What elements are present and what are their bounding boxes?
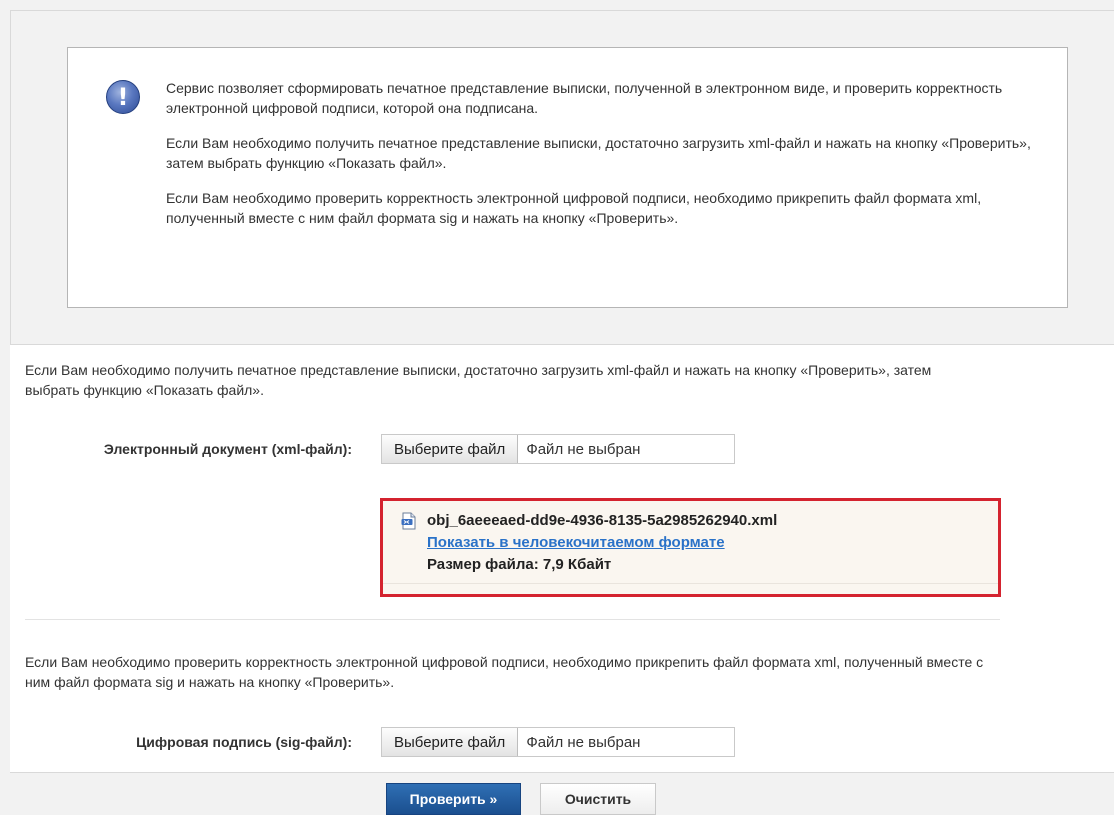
xml-document-icon	[401, 512, 416, 530]
show-readable-format-link[interactable]: Показать в человекочитаемом формате	[427, 534, 725, 551]
check-button[interactable]: Проверить »	[386, 783, 521, 815]
sig-section-description: Если Вам необходимо проверить корректнос…	[25, 654, 984, 690]
info-text-block: Сервис позволяет сформировать печатное п…	[166, 78, 1036, 243]
info-paragraph-signature: Если Вам необходимо проверить корректнос…	[166, 190, 982, 226]
xml-choose-file-button[interactable]: Выберите файл	[382, 435, 519, 463]
file-panel-divider	[383, 583, 998, 584]
uploaded-file-panel: obj_6aeeeaed-dd9e-4936-8135-5a2985262940…	[380, 498, 1001, 597]
info-paragraph-service: Сервис позволяет сформировать печатное п…	[166, 80, 1003, 116]
info-panel: ! Сервис позволяет сформировать печатное…	[67, 47, 1068, 308]
info-paragraph-print: Если Вам необходимо получить печатное пр…	[166, 135, 1031, 171]
xml-file-status: Файл не выбран	[526, 440, 641, 458]
xml-file-label: Электронный документ (xml-файл):	[103, 441, 352, 457]
left-border	[10, 10, 11, 344]
uploaded-file-size: Размер файла: 7,9 Кбайт	[427, 556, 612, 573]
xml-file-input[interactable]: Выберите файл Файл не выбран	[381, 434, 735, 464]
exclamation-icon: !	[106, 80, 140, 114]
sig-file-input[interactable]: Выберите файл Файл не выбран	[381, 727, 735, 757]
top-border	[10, 10, 1114, 11]
xml-section-description: Если Вам необходимо получить печатное пр…	[25, 362, 932, 398]
sig-file-label: Цифровая подпись (sig-файл):	[136, 734, 352, 750]
sig-choose-file-button[interactable]: Выберите файл	[382, 728, 519, 756]
sig-file-status: Файл не выбран	[526, 733, 641, 751]
uploaded-file-name: obj_6aeeeaed-dd9e-4936-8135-5a2985262940…	[427, 512, 778, 529]
section-separator	[25, 619, 1000, 620]
clear-button[interactable]: Очистить	[540, 783, 656, 815]
